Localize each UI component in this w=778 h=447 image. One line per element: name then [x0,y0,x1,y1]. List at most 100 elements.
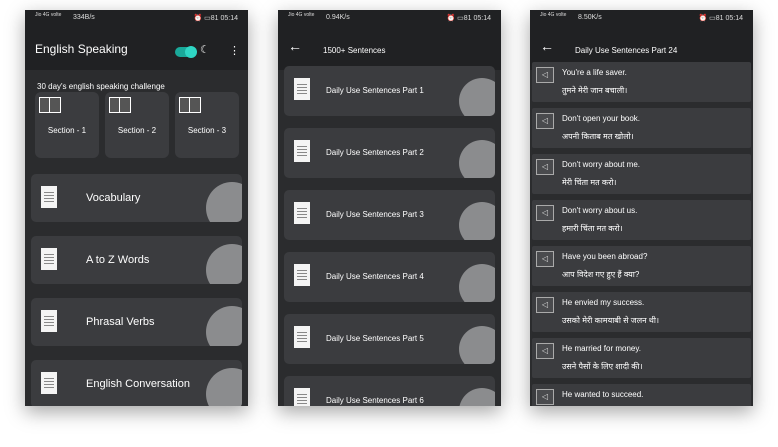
status-bar: Jio 4G volte 8.50K/s ⏰ ▭81 05:14 [530,10,753,26]
network-speed: 334B/s [73,14,95,21]
book-icon [109,97,131,113]
list-item-part-5[interactable]: Daily Use Sentences Part 5 [284,314,495,364]
list-item-label: Daily Use Sentences Part 1 [326,86,424,95]
sentence-hindi: मेरी चिंता मत करो। [562,178,617,187]
list-item-part-4[interactable]: Daily Use Sentences Part 4 [284,252,495,302]
decorative-circle [206,182,242,222]
list-item-label: Daily Use Sentences Part 4 [326,272,424,281]
kebab-menu-icon[interactable]: ⋮ [229,44,240,57]
phone-screen-home: Jio 4G volte 334B/s ⏰ ▭81 05:14 English … [25,10,248,406]
phone-screen-part-24: Jio 4G volte 8.50K/s ⏰ ▭81 05:14 ← Daily… [530,10,753,406]
speaker-icon[interactable]: ◁ [536,251,554,267]
speaker-icon[interactable]: ◁ [536,389,554,405]
status-right: ⏰ ▭81 05:14 [698,15,743,22]
menu-item-vocabulary[interactable]: Vocabulary [31,174,242,222]
section-label: Section - 2 [117,126,157,135]
decorative-circle [459,202,495,240]
sentence-row[interactable]: ◁ He envied my success. उसको मेरी कामयाब… [532,292,751,332]
sentence-row[interactable]: ◁ Have you been abroad? आप विदेश गए हुए … [532,246,751,286]
list-item-label: Daily Use Sentences Part 3 [326,210,424,219]
section-label: Section - 1 [47,126,87,135]
decorative-circle [459,78,495,116]
status-bar: Jio 4G volte 334B/s ⏰ ▭81 05:14 [25,10,248,26]
sentence-hindi: हमारी चिंता मत करो। [562,224,623,233]
phone-screen-sentences: Jio 4G volte 0.94K/s ⏰ ▭81 05:14 ← 1500+… [278,10,501,406]
document-icon [294,202,310,224]
sentence-english: You're a life saver. [562,68,627,77]
sentence-english: Don't worry about us. [562,206,638,215]
signal-indicator: Jio 4G volte [288,12,315,18]
document-icon [294,264,310,286]
page-title: 1500+ Sentences [323,46,386,55]
list-item-label: Daily Use Sentences Part 2 [326,148,424,157]
signal-indicator: Jio 4G volte [35,12,62,18]
list-item-part-3[interactable]: Daily Use Sentences Part 3 [284,190,495,240]
sentence-hindi: उसने पैसों के लिए शादी की। [562,362,643,371]
app-title: English Speaking [35,42,128,56]
list-item-label: Daily Use Sentences Part 6 [326,396,424,405]
decorative-circle [459,264,495,302]
speaker-icon[interactable]: ◁ [536,113,554,129]
speaker-icon[interactable]: ◁ [536,343,554,359]
decorative-circle [459,388,495,406]
decorative-circle [206,306,242,346]
menu-item-phrasal-verbs[interactable]: Phrasal Verbs [31,298,242,346]
status-right: ⏰ ▭81 05:14 [446,15,491,22]
sentence-row[interactable]: ◁ Don't worry about me. मेरी चिंता मत कर… [532,154,751,194]
signal-indicator: Jio 4G volte [540,12,567,18]
sentence-english: He envied my success. [562,298,645,307]
decorative-circle [206,244,242,284]
list-item-label: Daily Use Sentences Part 5 [326,334,424,343]
speaker-icon[interactable]: ◁ [536,205,554,221]
sentence-hindi: आप विदेश गए हुए हैं क्या? [562,270,640,279]
list-item-part-2[interactable]: Daily Use Sentences Part 2 [284,128,495,178]
decorative-circle [206,368,242,406]
document-icon [41,186,57,208]
sentence-english: He married for money. [562,344,641,353]
network-speed: 0.94K/s [326,14,350,21]
document-icon [294,78,310,100]
list-item-part-1[interactable]: Daily Use Sentences Part 1 [284,66,495,116]
document-icon [294,326,310,348]
menu-item-label: Vocabulary [86,192,141,204]
sentence-english: Don't open your book. [562,114,641,123]
document-icon [41,248,57,270]
back-arrow-icon[interactable]: ← [540,38,554,54]
speaker-icon[interactable]: ◁ [536,67,554,83]
app-bar: ← 1500+ Sentences [278,26,501,70]
speaker-icon[interactable]: ◁ [536,159,554,175]
document-icon [294,140,310,162]
back-arrow-icon[interactable]: ← [288,38,302,54]
section-card-2[interactable]: Section - 2 [105,92,169,158]
book-icon [39,97,61,113]
status-right: ⏰ ▭81 05:14 [193,15,238,22]
sentence-row[interactable]: ◁ He wanted to succeed. [532,384,751,406]
book-icon [179,97,201,113]
menu-item-a-to-z[interactable]: A to Z Words [31,236,242,284]
speaker-icon[interactable]: ◁ [536,297,554,313]
sentence-row[interactable]: ◁ Don't worry about us. हमारी चिंता मत क… [532,200,751,240]
battery-level: 81 [463,15,472,22]
menu-item-label: A to Z Words [86,254,150,266]
challenge-heading: 30 day's english speaking challenge [37,82,165,91]
decorative-circle [459,326,495,364]
status-bar: Jio 4G volte 0.94K/s ⏰ ▭81 05:14 [278,10,501,26]
menu-item-label: English Conversation [86,378,190,390]
clock: 05:14 [725,15,743,22]
sentence-row[interactable]: ◁ He married for money. उसने पैसों के लि… [532,338,751,378]
sentence-english: He wanted to succeed. [562,390,644,399]
sentence-row[interactable]: ◁ You're a life saver. तुमने मेरी जान बच… [532,62,751,102]
document-icon [41,310,57,332]
sentence-hindi: अपनी किताब मत खोलो। [562,132,634,141]
list-item-part-6[interactable]: Daily Use Sentences Part 6 [284,376,495,406]
theme-toggle[interactable] [175,46,197,58]
sentence-row[interactable]: ◁ Don't open your book. अपनी किताब मत खो… [532,108,751,148]
section-label: Section - 3 [187,126,227,135]
menu-item-english-conversation[interactable]: English Conversation [31,360,242,406]
battery-level: 81 [715,15,724,22]
page-title: Daily Use Sentences Part 24 [575,46,678,55]
section-card-3[interactable]: Section - 3 [175,92,239,158]
sentence-hindi: उसको मेरी कामयाबी से जलन थी। [562,316,660,325]
section-card-1[interactable]: Section - 1 [35,92,99,158]
clock: 05:14 [220,15,238,22]
